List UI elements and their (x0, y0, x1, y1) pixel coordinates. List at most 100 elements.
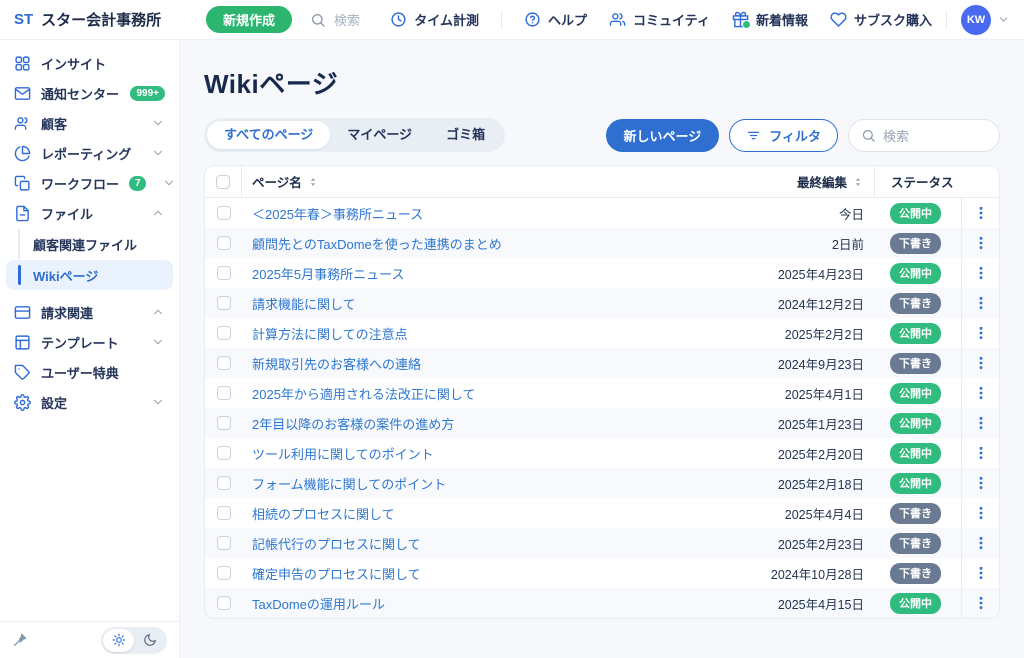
dark-mode-button[interactable] (134, 629, 165, 652)
row-menu-button[interactable] (973, 265, 989, 281)
sidebar-subitem-1[interactable]: Wikiページ (6, 260, 173, 290)
count-badge: 7 (129, 176, 146, 191)
topbar-nav-subscribe[interactable]: サブスク購入 (830, 10, 932, 29)
row-checkbox[interactable] (217, 536, 231, 550)
row-menu-button[interactable] (973, 205, 989, 221)
sidebar-item-2[interactable]: 顧客 (0, 108, 179, 138)
page-link[interactable]: フォーム機能に関してのポイント (252, 474, 446, 493)
page-link[interactable]: 2年目以降のお客様の案件の進め方 (252, 414, 454, 433)
select-all-checkbox[interactable] (216, 175, 230, 189)
row-menu-button[interactable] (973, 355, 989, 371)
sort-icon[interactable] (307, 176, 319, 188)
new-page-button[interactable]: 新しいページ (606, 119, 720, 152)
sidebar-item-label: テンプレート (41, 333, 119, 352)
page-link[interactable]: 記帳代行のプロセスに関して (252, 534, 421, 553)
row-checkbox[interactable] (217, 326, 231, 340)
sort-icon[interactable] (852, 176, 864, 188)
page-link[interactable]: 新規取引先のお客様への連絡 (252, 354, 421, 373)
row-checkbox[interactable] (217, 476, 231, 490)
last-edited-value: 2025年2月2日 (725, 318, 875, 348)
tab-2[interactable]: ゴミ箱 (429, 121, 502, 149)
table-row: 記帳代行のプロセスに関して 2025年2月23日 下書き (205, 528, 999, 558)
sidebar-item-8[interactable]: ユーザー特典 (0, 357, 179, 387)
page-link[interactable]: 請求機能に関して (252, 294, 356, 313)
table-header-row: ページ名 最終編集 ステータス (205, 166, 999, 198)
last-edited-value: 2025年4月4日 (725, 498, 875, 528)
page-link[interactable]: 計算方法に関しての注意点 (252, 324, 408, 343)
row-checkbox[interactable] (217, 416, 231, 430)
chevron-down-icon[interactable] (997, 13, 1010, 26)
tab-1[interactable]: マイページ (330, 121, 429, 149)
topbar: ST スター会計事務所 新規作成 検索 タイム計測 ヘルプ コミュイティ 新着情報 サブ… (0, 0, 1024, 40)
file-icon (14, 205, 31, 222)
row-checkbox[interactable] (217, 266, 231, 280)
last-edited-value: 2024年9月23日 (725, 348, 875, 378)
status-badge: 下書き (890, 533, 941, 554)
row-checkbox[interactable] (217, 296, 231, 310)
page-link[interactable]: 確定申告のプロセスに関して (252, 564, 421, 583)
sidebar-item-0[interactable]: インサイト (0, 48, 179, 78)
create-button[interactable]: 新規作成 (206, 6, 292, 33)
table-row: 顧問先とのTaxDomeを使った連携のまとめ 2日前 下書き (205, 228, 999, 258)
sidebar-item-9[interactable]: 設定 (0, 387, 179, 417)
row-checkbox[interactable] (217, 446, 231, 460)
page-link[interactable]: 2025年から適用される法改正に関して (252, 384, 476, 403)
sidebar-item-3[interactable]: レポーティング (0, 138, 179, 168)
page-link[interactable]: 相続のプロセスに関して (252, 504, 395, 523)
theme-toggle[interactable] (101, 627, 167, 654)
avatar[interactable]: KW (961, 5, 991, 35)
row-menu-button[interactable] (973, 235, 989, 251)
topbar-nav-news[interactable]: 新着情報 (732, 10, 808, 29)
sidebar-item-7[interactable]: テンプレート (0, 327, 179, 357)
row-menu-button[interactable] (973, 535, 989, 551)
row-checkbox[interactable] (217, 506, 231, 520)
row-checkbox[interactable] (217, 206, 231, 220)
row-menu-button[interactable] (973, 475, 989, 491)
page-link[interactable]: ツール利用に関してのポイント (252, 444, 434, 463)
page-link[interactable]: ＜2025年春＞事務所ニュース (252, 204, 423, 223)
org-name: スター会計事務所 (41, 9, 161, 30)
row-menu-button[interactable] (973, 295, 989, 311)
status-badge: 公開中 (890, 413, 941, 434)
wiki-pages-table: ページ名 最終編集 ステータス ＜2025年春＞事務所ニュース 今日 公開中 顧… (204, 165, 1000, 619)
light-mode-button[interactable] (103, 629, 134, 652)
sidebar-item-6[interactable]: 請求関連 (0, 297, 179, 327)
topbar-nav-label: サブスク購入 (854, 10, 932, 29)
pin-icon[interactable] (12, 632, 28, 648)
sidebar-item-4[interactable]: ワークフロー7 (0, 168, 179, 198)
row-menu-button[interactable] (973, 505, 989, 521)
row-checkbox[interactable] (217, 596, 231, 610)
tab-0[interactable]: すべてのページ (207, 121, 330, 149)
topbar-nav-time[interactable]: タイム計測 (390, 10, 479, 29)
column-header-last-edited[interactable]: 最終編集 (797, 172, 847, 191)
sidebar-item-1[interactable]: 通知センター999+ (0, 78, 179, 108)
page-link[interactable]: 顧問先とのTaxDomeを使った連携のまとめ (252, 234, 502, 253)
page-link[interactable]: TaxDomeの運用ルール (252, 594, 385, 613)
row-checkbox[interactable] (217, 386, 231, 400)
table-row: ＜2025年春＞事務所ニュース 今日 公開中 (205, 198, 999, 228)
sidebar-subitem-0[interactable]: 顧客関連ファイル (6, 229, 173, 259)
row-checkbox[interactable] (217, 566, 231, 580)
row-checkbox[interactable] (217, 236, 231, 250)
row-menu-button[interactable] (973, 565, 989, 581)
row-menu-button[interactable] (973, 385, 989, 401)
table-search-input[interactable]: 検索 (848, 119, 1000, 152)
row-menu-button[interactable] (973, 325, 989, 341)
topbar-nav-help[interactable]: ヘルプ (524, 10, 587, 29)
brand[interactable]: ST スター会計事務所 (14, 9, 192, 30)
filter-button[interactable]: フィルタ (729, 119, 838, 152)
row-checkbox[interactable] (217, 356, 231, 370)
sidebar-item-5[interactable]: ファイル (0, 198, 179, 228)
status-badge: 下書き (890, 503, 941, 524)
global-search[interactable]: 検索 (310, 10, 360, 29)
table-row: 計算方法に関しての注意点 2025年2月2日 公開中 (205, 318, 999, 348)
status-badge: 公開中 (890, 593, 941, 614)
row-menu-button[interactable] (973, 415, 989, 431)
row-menu-button[interactable] (973, 595, 989, 611)
page-link[interactable]: 2025年5月事務所ニュース (252, 264, 405, 283)
column-header-name[interactable]: ページ名 (252, 172, 302, 191)
last-edited-value: 2025年4月23日 (725, 258, 875, 288)
question-icon (524, 11, 541, 28)
topbar-nav-community[interactable]: コミュイティ (609, 10, 710, 29)
row-menu-button[interactable] (973, 445, 989, 461)
